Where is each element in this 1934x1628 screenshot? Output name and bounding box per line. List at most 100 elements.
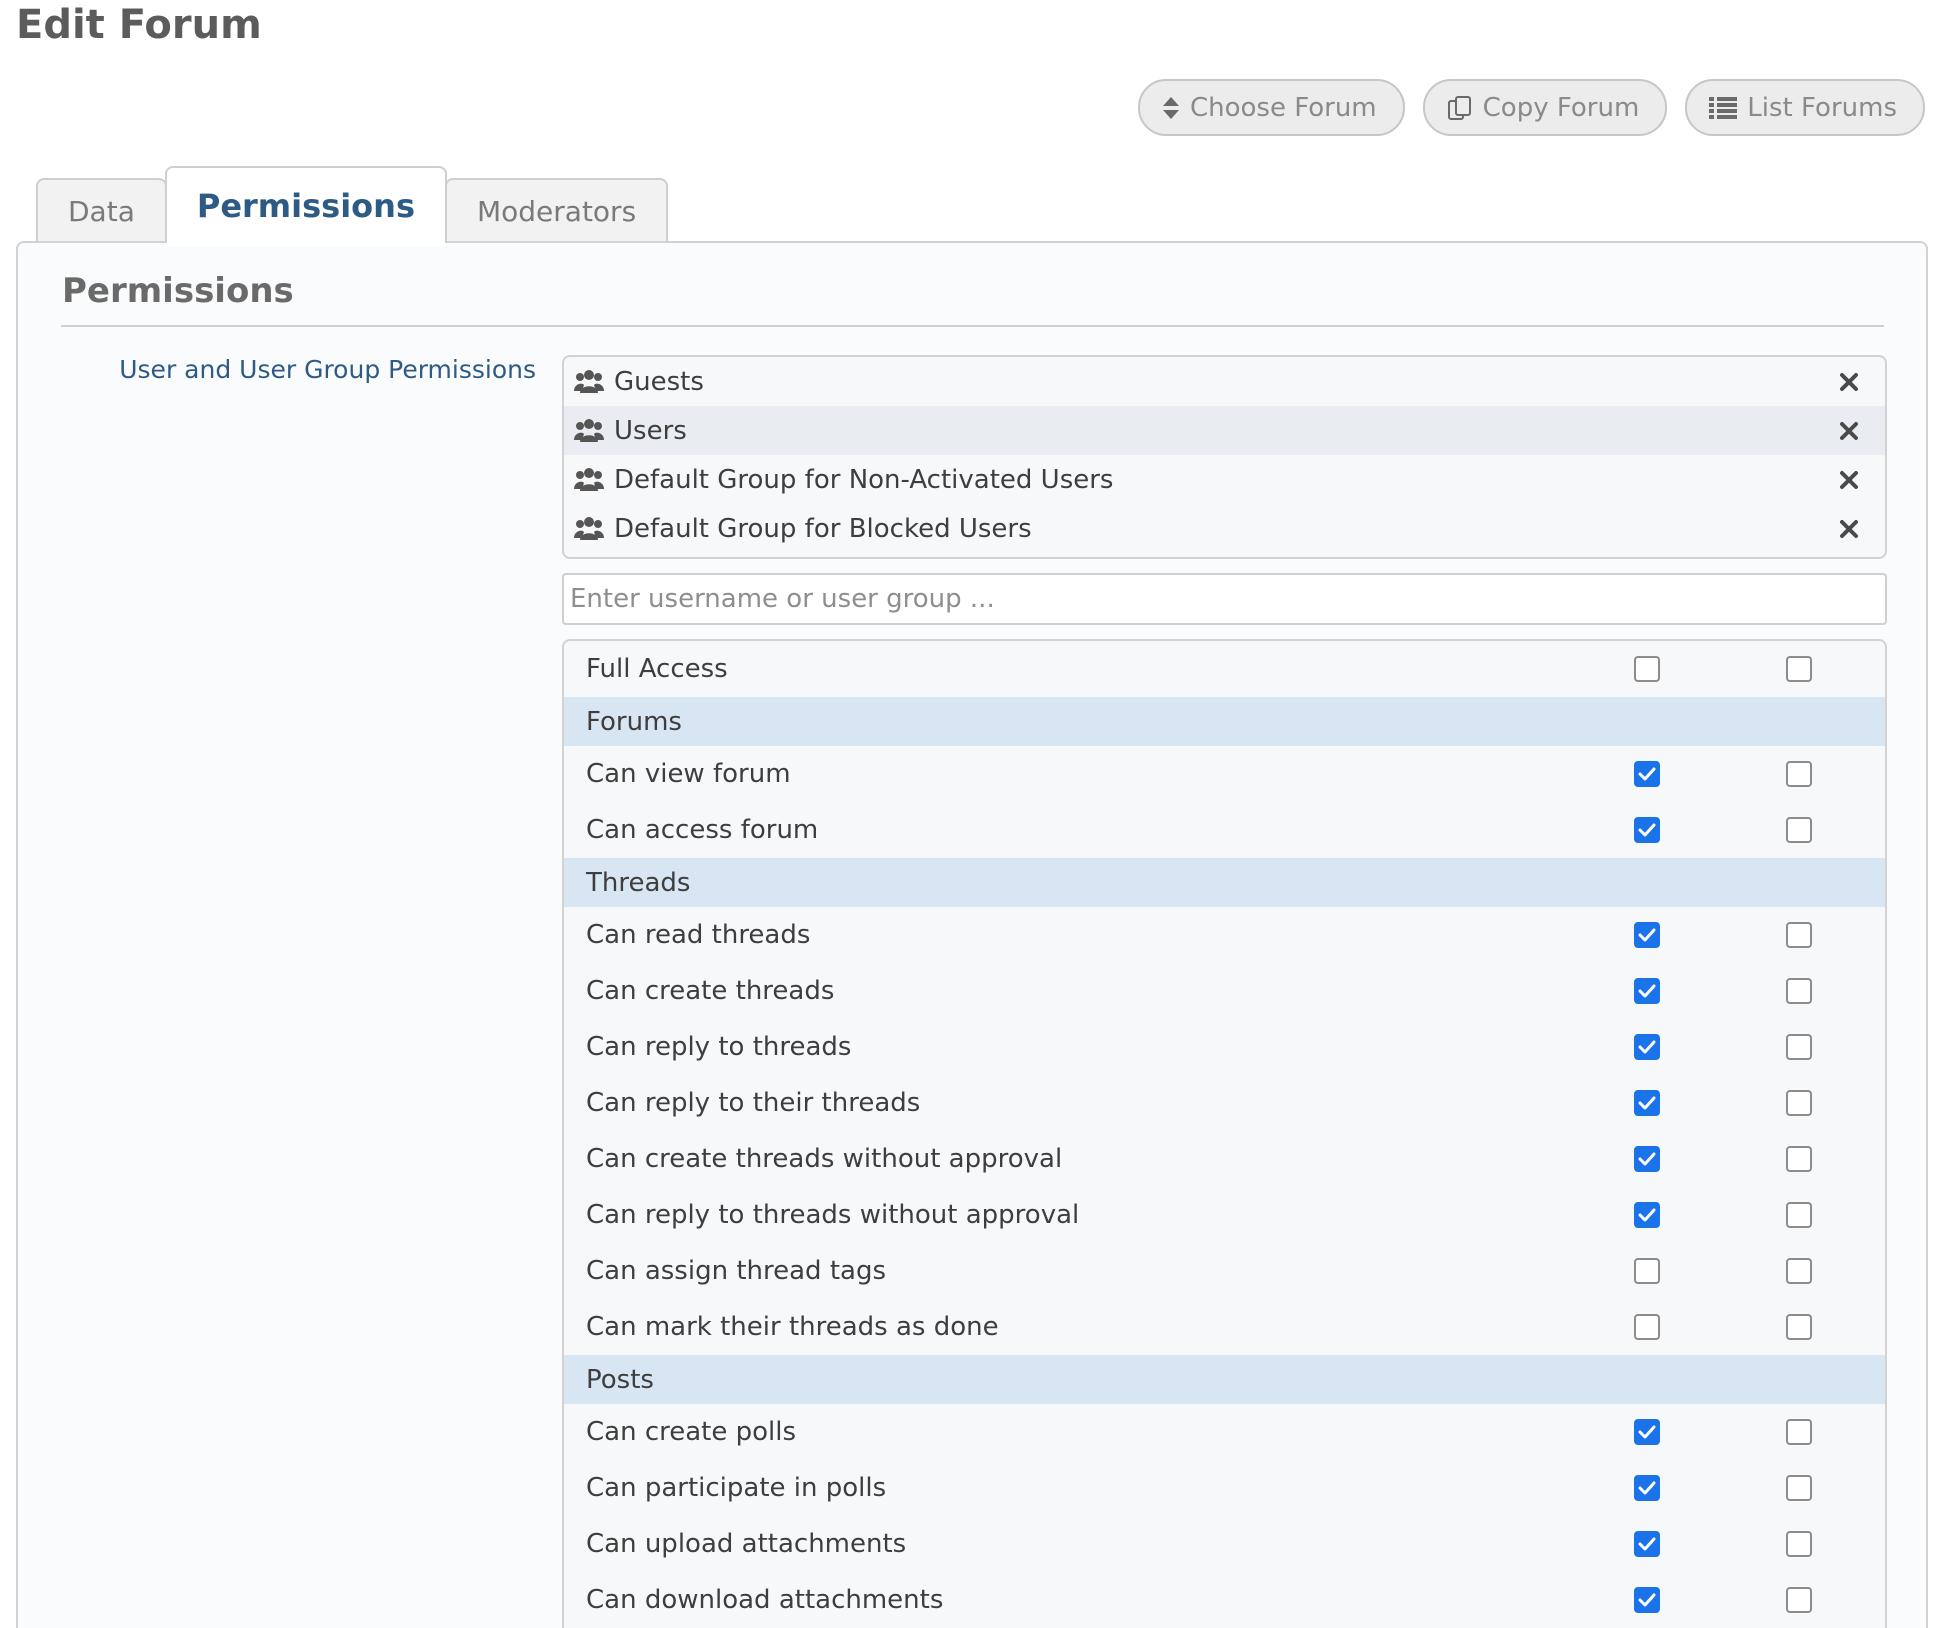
tab-moderators[interactable]: Moderators <box>444 178 669 243</box>
deny-checkbox[interactable] <box>1786 656 1812 682</box>
deny-checkbox[interactable] <box>1786 761 1812 787</box>
permission-row: Can upload attachments <box>564 1516 1885 1572</box>
grant-checkbox[interactable] <box>1634 1587 1660 1613</box>
deny-checkbox[interactable] <box>1786 1202 1812 1228</box>
deny-checkbox[interactable] <box>1786 1090 1812 1116</box>
grant-checkbox[interactable] <box>1634 978 1660 1004</box>
permission-label: Can participate in polls <box>586 1473 887 1503</box>
group-name: Users <box>614 415 687 446</box>
list-icon <box>1709 96 1738 119</box>
permission-row: Can participate in polls <box>564 1460 1885 1516</box>
list-forums-button[interactable]: List Forums <box>1685 79 1925 136</box>
grant-checkbox[interactable] <box>1634 1475 1660 1501</box>
permission-row: Can access forum <box>564 802 1885 858</box>
permission-label: Can mark their threads as done <box>586 1312 999 1342</box>
deny-checkbox[interactable] <box>1786 1314 1812 1340</box>
category-label: Forums <box>586 706 682 737</box>
grant-checkbox[interactable] <box>1634 656 1660 682</box>
users-group-icon <box>574 368 606 396</box>
deny-checkbox[interactable] <box>1786 1475 1812 1501</box>
close-icon[interactable] <box>1837 468 1861 492</box>
permission-label: Can download attachments <box>586 1585 944 1615</box>
permission-row: Can create polls <box>564 1404 1885 1460</box>
users-group-icon <box>574 466 606 494</box>
permission-row: Can view forum <box>564 746 1885 802</box>
deny-checkbox[interactable] <box>1786 978 1812 1004</box>
group-list: Guests Users Default Group for Non-Activat… <box>562 355 1887 559</box>
permission-label: Can reply to threads without approval <box>586 1200 1080 1230</box>
full-access-row: Full Access <box>564 641 1885 697</box>
permission-category: Threads <box>564 858 1885 907</box>
permission-table: Full Access Forums Can view forum Can acces… <box>562 639 1887 1628</box>
grant-checkbox[interactable] <box>1634 817 1660 843</box>
page-title: Edit Forum <box>16 2 262 48</box>
permission-row: Can download attachments <box>564 1572 1885 1628</box>
permission-row: Can reply to threads without approval <box>564 1187 1885 1243</box>
copy-icon <box>1447 95 1473 121</box>
sort-updown-icon <box>1162 96 1180 120</box>
deny-checkbox[interactable] <box>1786 1531 1812 1557</box>
grant-checkbox[interactable] <box>1634 1034 1660 1060</box>
grant-checkbox[interactable] <box>1634 1419 1660 1445</box>
permission-label: Can assign thread tags <box>586 1256 886 1286</box>
copy-forum-label: Copy Forum <box>1482 92 1640 123</box>
permission-category: Posts <box>564 1355 1885 1404</box>
permission-category: Forums <box>564 697 1885 746</box>
permission-label: Can create polls <box>586 1417 797 1447</box>
permission-row: Can create threads <box>564 963 1885 1019</box>
category-label: Posts <box>586 1364 654 1395</box>
list-forums-label: List Forums <box>1747 92 1897 123</box>
copy-forum-button[interactable]: Copy Forum <box>1422 79 1668 136</box>
permission-row: Can read threads <box>564 907 1885 963</box>
permission-row: Can reply to their threads <box>564 1075 1885 1131</box>
permission-label: Can access forum <box>586 815 819 845</box>
deny-checkbox[interactable] <box>1786 817 1812 843</box>
grant-checkbox[interactable] <box>1634 1090 1660 1116</box>
deny-checkbox[interactable] <box>1786 1587 1812 1613</box>
close-icon[interactable] <box>1837 517 1861 541</box>
grant-checkbox[interactable] <box>1634 1314 1660 1340</box>
permission-row: Can create threads without approval <box>564 1131 1885 1187</box>
group-item[interactable]: Users <box>564 406 1885 455</box>
permission-row: Can assign thread tags <box>564 1243 1885 1299</box>
permission-label: Can reply to their threads <box>586 1088 921 1118</box>
tab-bar: Data Permissions Moderators <box>36 166 669 246</box>
permission-label: Can create threads without approval <box>586 1144 1063 1174</box>
deny-checkbox[interactable] <box>1786 1034 1812 1060</box>
users-group-icon <box>574 417 606 445</box>
choose-forum-label: Choose Forum <box>1189 92 1377 123</box>
group-item[interactable]: Guests <box>564 357 1885 406</box>
grant-checkbox[interactable] <box>1634 1202 1660 1228</box>
users-group-icon <box>574 515 606 543</box>
category-label: Threads <box>586 867 691 898</box>
choose-forum-button[interactable]: Choose Forum <box>1137 79 1405 136</box>
group-item[interactable]: Default Group for Non-Activated Users <box>564 455 1885 504</box>
permission-label: Full Access <box>586 654 728 684</box>
permission-label: Can create threads <box>586 976 835 1006</box>
toolbar: Choose Forum Copy Forum List Forums <box>1137 79 1925 136</box>
grant-checkbox[interactable] <box>1634 922 1660 948</box>
tab-permissions[interactable]: Permissions <box>164 166 447 246</box>
permission-row: Can reply to threads <box>564 1019 1885 1075</box>
permissions-panel: Permissions User and User Group Permissi… <box>16 241 1928 1628</box>
permission-label: Can upload attachments <box>586 1529 907 1559</box>
section-divider <box>61 325 1884 327</box>
deny-checkbox[interactable] <box>1786 1258 1812 1284</box>
close-icon[interactable] <box>1837 370 1861 394</box>
deny-checkbox[interactable] <box>1786 1146 1812 1172</box>
permission-label: Can reply to threads <box>586 1032 852 1062</box>
deny-checkbox[interactable] <box>1786 922 1812 948</box>
deny-checkbox[interactable] <box>1786 1419 1812 1445</box>
close-icon[interactable] <box>1837 419 1861 443</box>
permission-label: Can view forum <box>586 759 791 789</box>
group-name: Default Group for Non-Activated Users <box>614 464 1114 495</box>
grant-checkbox[interactable] <box>1634 1258 1660 1284</box>
group-name: Default Group for Blocked Users <box>614 513 1032 544</box>
section-title: Permissions <box>62 271 294 311</box>
grant-checkbox[interactable] <box>1634 1146 1660 1172</box>
grant-checkbox[interactable] <box>1634 761 1660 787</box>
tab-data[interactable]: Data <box>36 178 167 243</box>
grant-checkbox[interactable] <box>1634 1531 1660 1557</box>
group-search-input[interactable] <box>562 573 1887 625</box>
group-item[interactable]: Default Group for Blocked Users <box>564 504 1885 553</box>
